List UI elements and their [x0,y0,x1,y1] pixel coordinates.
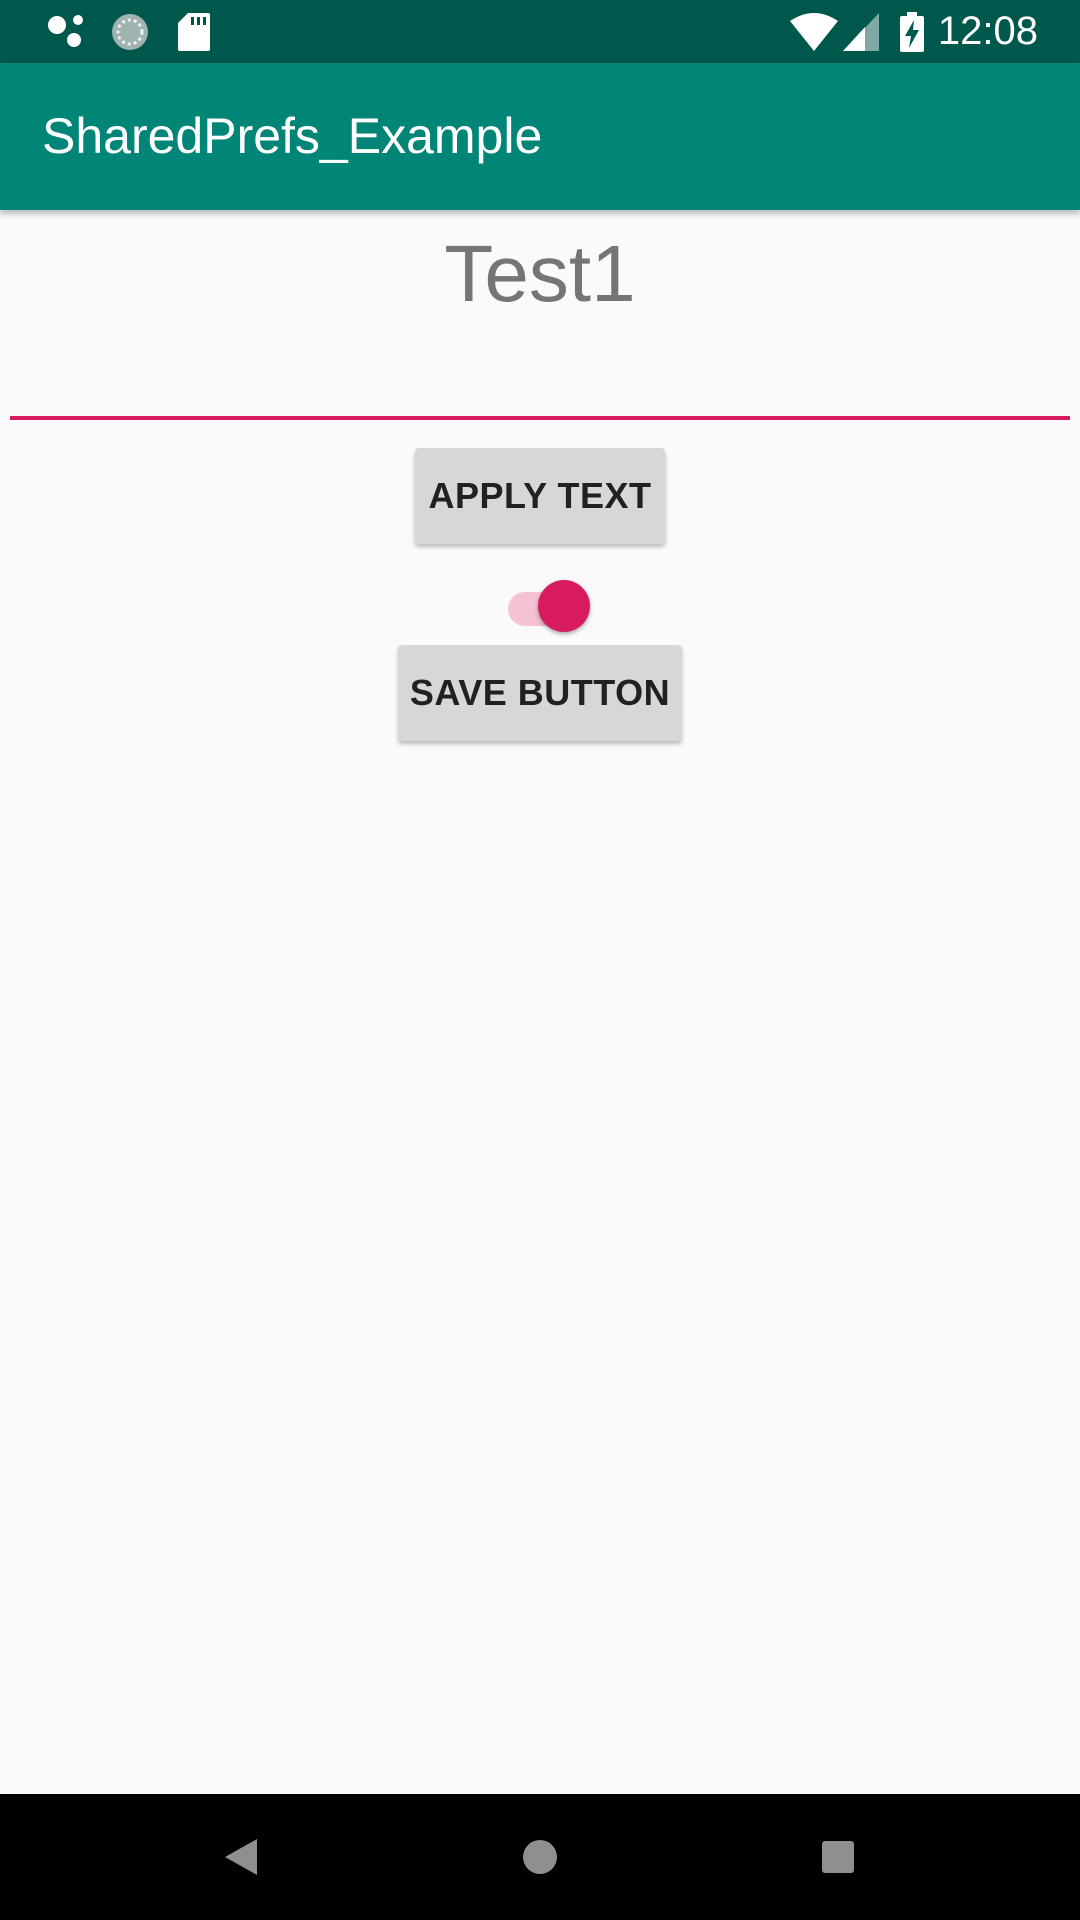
sd-card-icon [176,0,212,63]
back-icon[interactable] [178,1794,304,1920]
save-toggle-switch[interactable] [508,568,592,648]
navigation-bar [0,1794,1080,1920]
recents-icon[interactable] [775,1794,901,1920]
loading-circle-icon [108,0,152,63]
screen: 12:08 SharedPrefs_Example Test1 APPLY TE… [0,0,1080,1920]
home-icon[interactable] [477,1794,603,1920]
app-bar: SharedPrefs_Example [0,63,1080,210]
status-time: 12:08 [937,9,1038,53]
wifi-icon [790,0,838,63]
save-button[interactable]: SAVE BUTTON [398,645,682,741]
switch-thumb [538,580,590,632]
main-content: Test1 APPLY TEXT SAVE BUTTON [0,210,1080,1794]
text-input[interactable] [10,280,1070,420]
battery-charging-icon [898,0,926,63]
status-bar: 12:08 [0,0,1080,63]
assistant-dots-icon [46,0,90,63]
cell-signal-icon [842,0,880,63]
app-title: SharedPrefs_Example [42,108,543,164]
apply-text-button[interactable]: APPLY TEXT [415,448,665,544]
